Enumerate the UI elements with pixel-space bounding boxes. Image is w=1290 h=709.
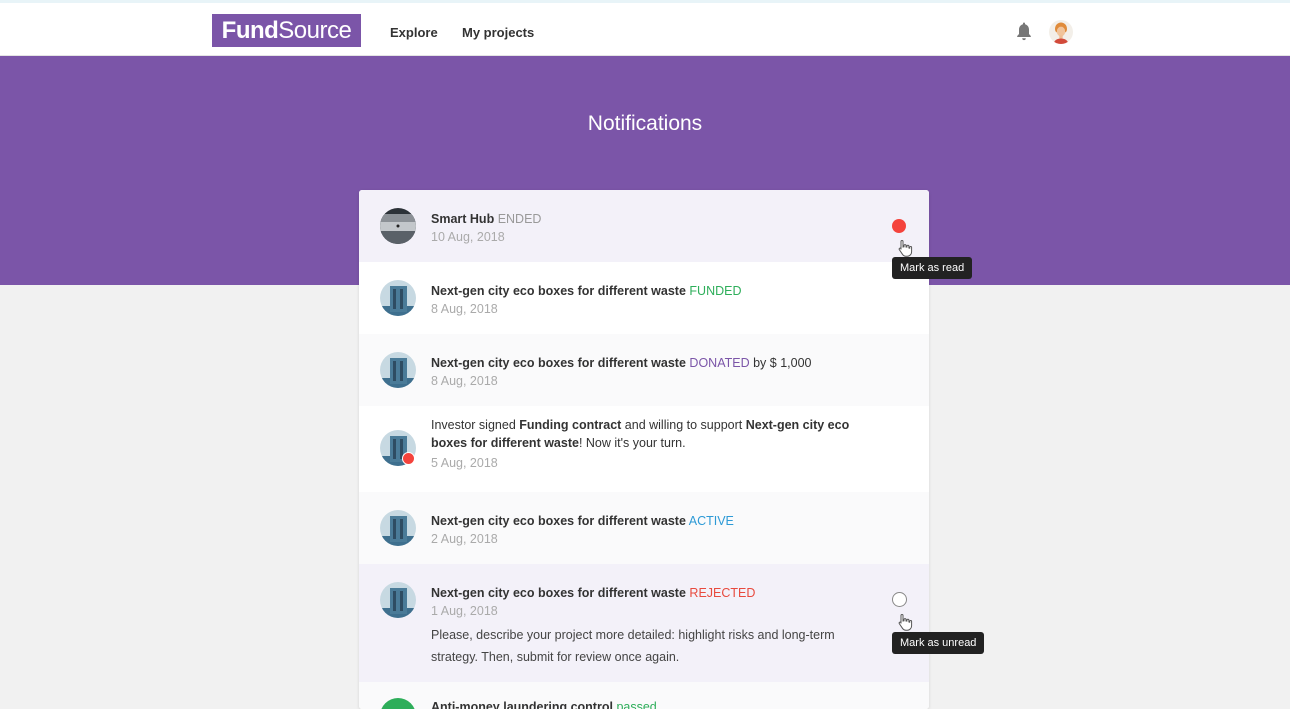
nav-explore-link[interactable]: Explore <box>390 25 438 40</box>
hand-cursor-icon <box>898 239 913 257</box>
contract-badge-icon <box>402 452 415 465</box>
hand-cursor-icon <box>898 613 913 631</box>
unread-indicator[interactable] <box>892 219 906 233</box>
notification-title: Next-gen city eco boxes for different wa… <box>431 514 734 528</box>
notification-item[interactable]: Next-gen city eco boxes for different wa… <box>359 492 929 564</box>
bell-icon[interactable] <box>1015 21 1033 41</box>
notification-date: 1 Aug, 2018 <box>431 604 498 618</box>
rejection-message: Please, describe your project more detai… <box>431 628 835 664</box>
status-label: ENDED <box>497 212 542 226</box>
notification-title: Next-gen city eco boxes for different wa… <box>431 356 812 370</box>
project-thumbnail <box>380 208 416 244</box>
nav-my-projects-link[interactable]: My projects <box>462 25 534 40</box>
read-indicator[interactable] <box>892 592 907 607</box>
mark-as-unread-tooltip: Mark as unread <box>892 632 985 654</box>
notification-title: Anti-money laundering control passed <box>431 700 657 709</box>
notification-item[interactable]: Next-gen city eco boxes for different wa… <box>359 334 929 406</box>
fundsource-logo[interactable]: FundSource <box>212 14 361 47</box>
notification-item[interactable]: Smart Hub ENDED 10 Aug, 2018 <box>359 190 929 262</box>
project-thumbnail <box>380 510 416 546</box>
status-label: passed <box>616 700 657 709</box>
notification-title-line2: boxes for different waste! Now it's your… <box>431 436 686 450</box>
status-label: FUNDED <box>689 284 742 298</box>
project-thumbnail <box>380 352 416 388</box>
notification-item[interactable]: Anti-money laundering control passed <box>359 682 929 709</box>
notification-title: Smart Hub ENDED <box>431 212 542 226</box>
notification-date: 8 Aug, 2018 <box>431 302 498 316</box>
mark-as-read-tooltip: Mark as read <box>892 257 973 279</box>
user-avatar[interactable] <box>1049 20 1073 44</box>
notification-title: Next-gen city eco boxes for different wa… <box>431 586 756 600</box>
notification-date: 2 Aug, 2018 <box>431 532 498 546</box>
notification-title: Investor signed Funding contract and wil… <box>431 418 850 432</box>
notification-item[interactable]: Next-gen city eco boxes for different wa… <box>359 564 929 682</box>
top-navbar: FundSource Explore My projects <box>0 3 1290 56</box>
status-label: ACTIVE <box>688 514 734 528</box>
notification-item[interactable]: Next-gen city eco boxes for different wa… <box>359 262 929 334</box>
donation-amount: by $ 1,000 <box>753 356 812 370</box>
notification-title: Next-gen city eco boxes for different wa… <box>431 284 742 298</box>
project-thumbnail <box>380 280 416 316</box>
notifications-card: Smart Hub ENDED 10 Aug, 2018 Next-gen ci… <box>359 190 929 709</box>
status-label: DONATED <box>689 356 750 370</box>
project-thumbnail <box>380 698 416 709</box>
status-label: REJECTED <box>689 586 756 600</box>
notification-date: 8 Aug, 2018 <box>431 374 498 388</box>
notification-item[interactable]: Investor signed Funding contract and wil… <box>359 406 929 492</box>
notification-date: 5 Aug, 2018 <box>431 456 498 470</box>
notification-date: 10 Aug, 2018 <box>431 230 505 244</box>
project-thumbnail <box>380 582 416 618</box>
page-title: Notifications <box>587 112 703 135</box>
